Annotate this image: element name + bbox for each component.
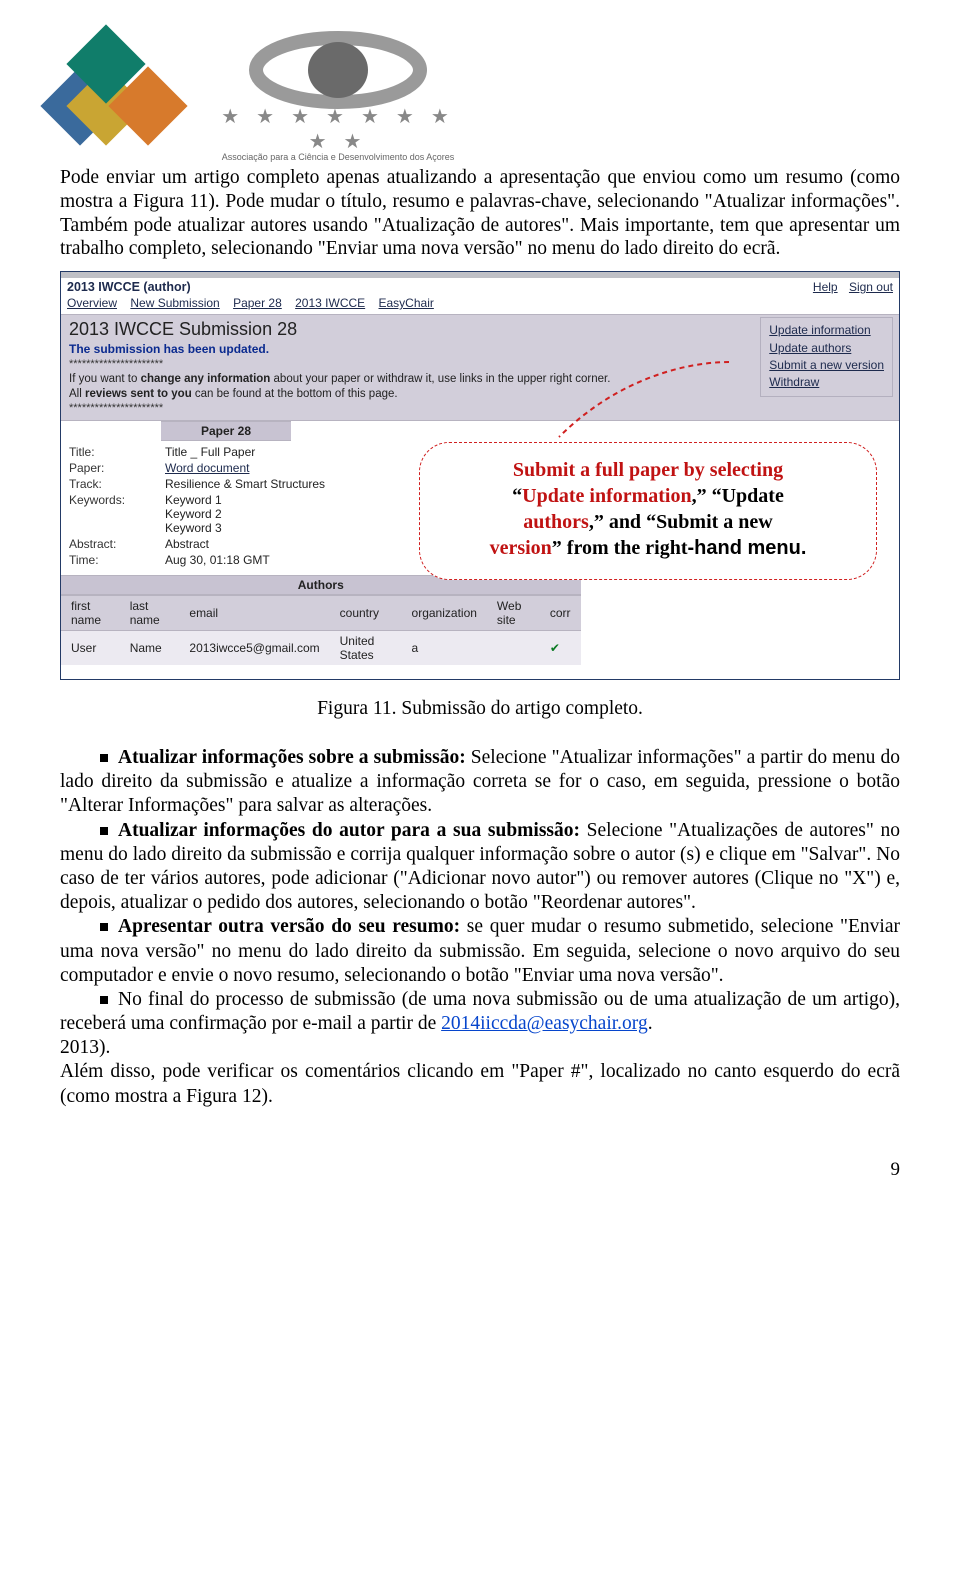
assoc-caption: Associação para a Ciência e Desenvolvime… — [208, 152, 468, 162]
callout-arrow-icon — [539, 357, 739, 447]
ec-role: 2013 IWCCE (author) — [67, 280, 191, 294]
ec-menu: Overview New Submission Paper 28 2013 IW… — [61, 296, 899, 314]
page-number: 9 — [60, 1109, 900, 1181]
bullet-1: Atualizar informações sobre a submissão:… — [60, 746, 900, 819]
ec-callout-bubble: Submit a full paper by selecting “Update… — [419, 442, 877, 580]
ec-authors-table: first name last name email country organ… — [61, 595, 581, 665]
ec-side-withdraw[interactable]: Withdraw — [769, 375, 819, 389]
ec-help-link[interactable]: Help — [813, 280, 838, 294]
ec-side-update-info[interactable]: Update information — [769, 323, 870, 337]
table-row: User Name 2013iwcce5@gmail.com United St… — [61, 631, 581, 666]
bullet-4: No final do processo de submissão (de um… — [60, 988, 900, 1036]
ec-menu-iwcce[interactable]: 2013 IWCCE — [295, 296, 365, 310]
ec-menu-paper28[interactable]: Paper 28 — [233, 296, 282, 310]
intro-paragraph: Pode enviar um artigo completo apenas at… — [60, 166, 900, 261]
ec-side-update-authors[interactable]: Update authors — [769, 341, 851, 355]
ec-menu-overview[interactable]: Overview — [67, 296, 117, 310]
figure-caption: Figura 11. Submissão do artigo completo. — [60, 698, 900, 720]
ec-properties: Title:Title _ Full Paper Paper:Word docu… — [61, 441, 427, 575]
ec-signout-link[interactable]: Sign out — [849, 280, 893, 294]
line-2013: 2013). — [60, 1036, 900, 1060]
easychair-screenshot: 2013 IWCCE (author) Help Sign out Overvi… — [60, 271, 900, 680]
ec-sep-stars-2: ********************** — [69, 402, 891, 414]
email-link[interactable]: 2014iiccda@easychair.org — [441, 1013, 648, 1034]
tail-paragraph: Além disso, pode verificar os comentário… — [60, 1060, 900, 1108]
bullet-3: Apresentar outra versão do seu resumo: s… — [60, 915, 900, 988]
ec-menu-easychair[interactable]: EasyChair — [379, 296, 434, 310]
bullet-2: Atualizar informações do autor para a su… — [60, 819, 900, 916]
star-row: ★ ★ ★ ★ ★ ★ ★ ★ ★ — [208, 104, 468, 154]
ec-word-doc-link[interactable]: Word document — [165, 461, 250, 475]
ec-paper-header: Paper 28 — [161, 421, 291, 441]
ec-side-submit-new[interactable]: Submit a new version — [769, 358, 884, 372]
eye-logo: ★ ★ ★ ★ ★ ★ ★ ★ ★ Associação para a Ciên… — [208, 30, 468, 162]
ec-side-menu: Update information Update authors Submit… — [760, 317, 893, 397]
header-logos: ★ ★ ★ ★ ★ ★ ★ ★ ★ Associação para a Ciên… — [60, 30, 900, 162]
ec-menu-newsubmission[interactable]: New Submission — [130, 296, 219, 310]
diamond-logo — [60, 30, 200, 150]
